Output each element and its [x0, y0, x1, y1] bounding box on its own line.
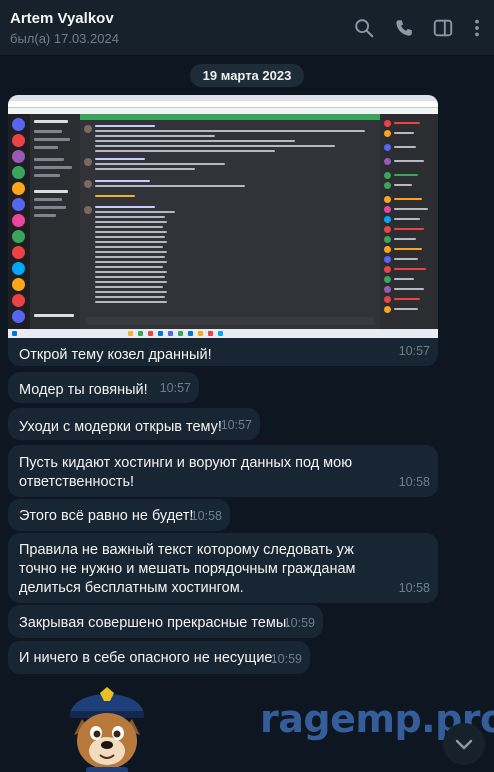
message-bubble[interactable]: Модер ты говяный! 10:57	[8, 372, 199, 403]
message-bubble[interactable]: И ничего в себе опасного не несущие. 10:…	[8, 641, 310, 674]
message-time: 10:57	[220, 418, 252, 432]
discord-channel-list	[30, 114, 80, 329]
message-bubble[interactable]: Правила не важный текст которому следова…	[8, 533, 438, 603]
chat-header: Artem Vyalkov был(а) 17.03.2024	[0, 0, 494, 56]
message-text: Этого всё равно не будет!	[19, 508, 194, 524]
search-icon[interactable]	[351, 15, 377, 41]
chevron-down-icon	[452, 732, 476, 756]
message-text: И ничего в себе опасного не несущие.	[19, 650, 277, 666]
discord-messages	[80, 120, 380, 329]
last-seen-status: был(а) 17.03.2024	[10, 31, 119, 46]
message-text: Правила не важный текст которому следова…	[19, 542, 356, 596]
more-icon[interactable]	[464, 15, 490, 41]
message-time: 10:59	[270, 652, 302, 666]
message-bubble[interactable]: Пусть кидают хостинги и воруют данных по…	[8, 445, 438, 497]
message-time: 10:57	[398, 344, 430, 358]
message-time: 10:58	[190, 509, 222, 523]
windows-taskbar	[8, 329, 438, 338]
discord-message-input	[86, 317, 374, 325]
message-time: 10:58	[398, 475, 430, 489]
message-time: 10:59	[283, 616, 315, 630]
discord-server-list	[8, 114, 30, 329]
message-text: Уходи с модерки открыв тему!	[19, 419, 222, 435]
date-separator: 19 марта 2023	[190, 64, 304, 87]
message-text: Модер ты говяный!	[19, 382, 148, 398]
contact-name[interactable]: Artem Vyalkov	[10, 10, 114, 27]
message-list[interactable]: 19 марта 2023 Открой тему козел дранный!…	[0, 57, 494, 772]
scroll-down-button[interactable]	[443, 723, 485, 765]
message-bubble[interactable]: Уходи с модерки открыв тему! 10:57	[8, 408, 260, 440]
message-text: Пусть кидают хостинги и воруют данных по…	[19, 455, 353, 490]
message-bubble[interactable]: Закрывая совершено прекрасные темы. 10:5…	[8, 605, 323, 638]
message-time: 10:58	[398, 581, 430, 595]
message-text: Закрывая совершено прекрасные темы.	[19, 615, 291, 631]
message-bubble[interactable]: Открой тему козел дранный! 10:57	[8, 338, 438, 366]
discord-member-list	[380, 114, 438, 329]
message-bubble[interactable]: Этого всё равно не будет! 10:58	[8, 499, 230, 531]
sticker-puppy[interactable]	[52, 677, 162, 772]
sidebar-toggle-icon[interactable]	[430, 15, 456, 41]
message-text: Открой тему козел дранный!	[19, 347, 212, 363]
message-time: 10:57	[159, 381, 191, 395]
attached-screenshot-image[interactable]	[8, 95, 438, 338]
browser-address-bar	[8, 101, 438, 108]
phone-icon[interactable]	[391, 15, 417, 41]
